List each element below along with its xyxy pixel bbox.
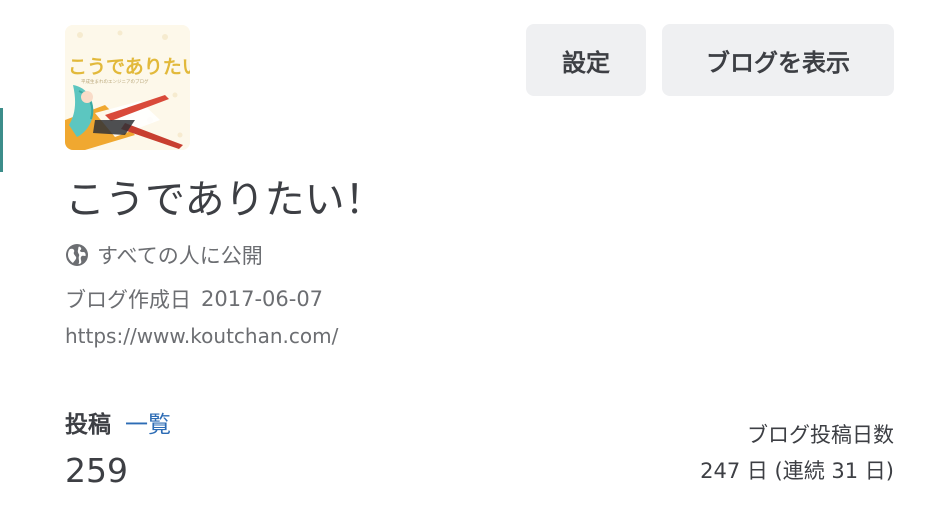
blog-icon-subtitle: 平成生まれのエンジニアのブログ (81, 78, 149, 85)
posting-days-value: 247 日 (連続 31 日) (700, 459, 894, 483)
blog-icon-title: こうでありたい! (68, 56, 190, 78)
blog-url[interactable]: https://www.koutchan.com/ (65, 321, 338, 351)
view-blog-button[interactable]: ブログを表示 (662, 24, 894, 96)
settings-button[interactable]: 設定 (526, 24, 646, 96)
globe-icon (65, 243, 89, 267)
posts-heading: 投稿 一覧 (65, 405, 171, 439)
blog-icon-image: こうでありたい! 平成生まれのエンジニアのブログ (65, 25, 190, 150)
posts-label: 投稿 (65, 412, 111, 438)
created-date-row: ブログ作成日 2017-06-07 (65, 284, 323, 314)
visibility-row: すべての人に公開 (65, 240, 263, 270)
posts-list-link[interactable]: 一覧 (125, 405, 171, 439)
blog-dashboard-page: こうでありたい! 平成生まれのエンジニアのブログ 設定 ブログを表示 こうであり… (0, 0, 948, 507)
visibility-label: すべての人に公開 (97, 244, 263, 268)
left-edge-bar (0, 108, 3, 172)
blog-title: こうでありたい！ (65, 177, 385, 223)
created-date: 2017-06-07 (201, 287, 324, 311)
posting-days-label: ブログ投稿日数 (747, 423, 894, 447)
created-label: ブログ作成日 (65, 288, 191, 312)
posts-count: 259 (65, 451, 128, 490)
